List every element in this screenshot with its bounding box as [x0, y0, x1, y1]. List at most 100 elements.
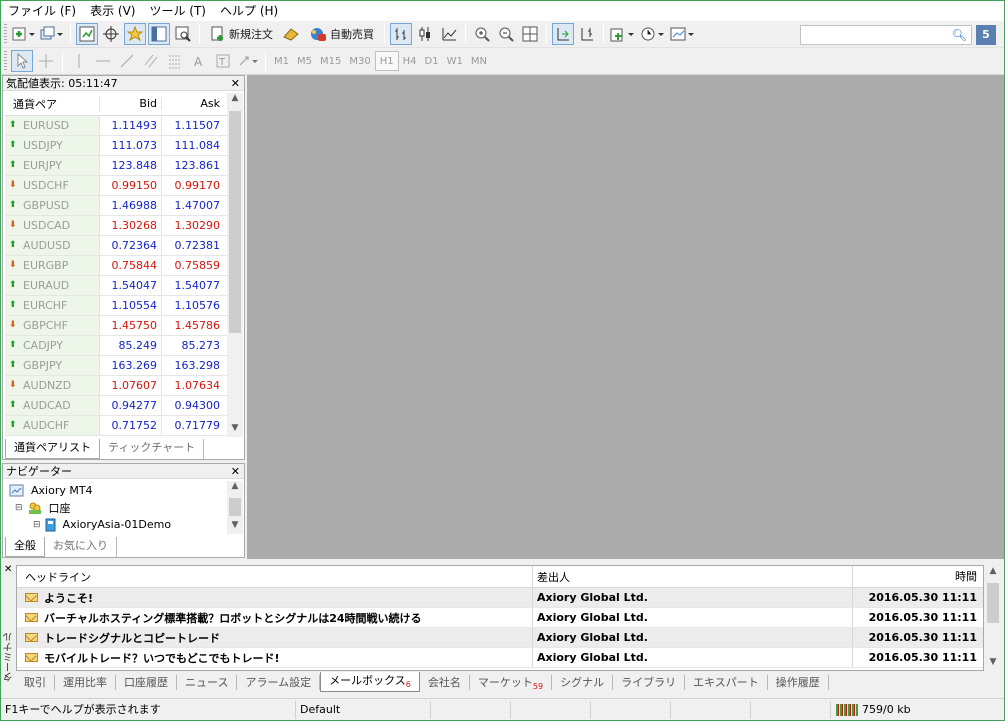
search-input[interactable]: 🔍︎	[800, 25, 972, 45]
scroll-up-icon[interactable]: ▲	[985, 566, 1001, 576]
tab-common[interactable]: 全般	[5, 537, 45, 557]
timeframe-m1[interactable]: M1	[270, 51, 293, 71]
headline-column-header[interactable]: ヘッドライン	[17, 566, 533, 587]
zoom-out-button[interactable]	[495, 23, 517, 45]
mailbox-row[interactable]: トレードシグナルとコピートレード Axiory Global Ltd. 2016.0…	[17, 628, 983, 648]
terminal-tab[interactable]: アラーム設定	[237, 674, 321, 690]
market-watch-row[interactable]: ⬆ GBPUSD 1.46988 1.47007	[5, 196, 228, 216]
equidistant-channel-button[interactable]	[140, 50, 162, 72]
market-watch-row[interactable]: ⬇ AUDNZD 1.07607 1.07634	[5, 376, 228, 396]
auto-trading-button[interactable]: 自動売買	[304, 23, 379, 45]
strategy-tester-toggle[interactable]	[172, 23, 194, 45]
market-watch-row[interactable]: ⬇ USDCAD 1.30268 1.30290	[5, 216, 228, 236]
menu-file[interactable]: ファイル (F)	[1, 2, 83, 20]
mailbox-row[interactable]: ようこそ! Axiory Global Ltd. 2016.05.30 11:11	[17, 588, 983, 608]
menu-tools[interactable]: ツール (T)	[142, 2, 213, 20]
scrollbar-thumb[interactable]	[229, 498, 241, 516]
market-watch-row[interactable]: ⬇ GBPCHF 1.45750 1.45786	[5, 316, 228, 336]
menu-help[interactable]: ヘルプ (H)	[213, 2, 285, 20]
tree-accounts[interactable]: ⊟ 口座	[15, 499, 71, 516]
collapse-icon[interactable]: ⊟	[15, 503, 23, 513]
close-icon[interactable]: ✕	[4, 564, 12, 575]
scrollbar-thumb[interactable]	[987, 583, 999, 623]
scroll-down-icon[interactable]: ▼	[985, 657, 1001, 667]
terminal-tab[interactable]: 口座履歴	[116, 674, 177, 690]
market-watch-row[interactable]: ⬆ AUDCAD 0.94277 0.94300	[5, 396, 228, 416]
market-watch-row[interactable]: ⬆ USDJPY 111.073 111.084	[5, 136, 228, 156]
terminal-tab[interactable]: マーケット59	[470, 674, 553, 691]
timeframe-m30[interactable]: M30	[345, 51, 374, 71]
horizontal-line-button[interactable]	[92, 50, 114, 72]
menu-view[interactable]: 表示 (V)	[83, 2, 142, 20]
terminal-tab[interactable]: シグナル	[552, 674, 614, 690]
market-watch-row[interactable]: ⬆ AUDUSD 0.72364 0.72381	[5, 236, 228, 256]
fibonacci-button[interactable]	[164, 50, 186, 72]
navigator-toggle[interactable]	[124, 23, 146, 45]
terminal-tab[interactable]: ニュース	[177, 674, 238, 690]
trendline-button[interactable]	[116, 50, 138, 72]
crosshair-tool-button[interactable]	[35, 50, 57, 72]
scroll-down-icon[interactable]: ▼	[227, 520, 243, 530]
tab-tick-chart[interactable]: ティックチャート	[100, 439, 205, 459]
market-watch-row[interactable]: ⬆ CADJPY 85.249 85.273	[5, 336, 228, 356]
search-icon[interactable]: 🔍︎	[952, 28, 967, 42]
text-tool-button[interactable]: A	[188, 50, 210, 72]
templates-button[interactable]	[669, 23, 697, 45]
ask-column-header[interactable]: Ask	[162, 97, 224, 110]
tile-windows-button[interactable]	[519, 23, 541, 45]
timeframe-h1[interactable]: H1	[374, 51, 399, 71]
data-window-toggle[interactable]	[100, 23, 122, 45]
arrows-dropdown-button[interactable]	[236, 50, 260, 72]
line-chart-button[interactable]	[438, 23, 460, 45]
market-watch-row[interactable]: ⬆ EURCHF 1.10554 1.10576	[5, 296, 228, 316]
chart-workspace[interactable]	[247, 75, 1004, 559]
market-watch-row[interactable]: ⬆ GBPJPY 163.269 163.298	[5, 356, 228, 376]
navigator-scrollbar[interactable]: ▲ ▼	[227, 481, 243, 534]
scroll-up-icon[interactable]: ▲	[227, 481, 243, 491]
terminal-tab[interactable]: ライブラリ	[613, 674, 686, 690]
timeframe-h4[interactable]: H4	[399, 51, 421, 71]
terminal-tab[interactable]: 運用比率	[55, 674, 116, 690]
scrollbar-thumb[interactable]	[229, 111, 241, 333]
time-column-header[interactable]: 時間	[853, 567, 983, 587]
terminal-tab[interactable]: 取引	[16, 674, 55, 690]
bar-chart-button[interactable]	[390, 23, 412, 45]
symbol-column-header[interactable]: 通貨ペア	[5, 95, 100, 112]
market-watch-row[interactable]: ⬆ EURUSD 1.11493 1.11507	[5, 116, 228, 136]
auto-scroll-button[interactable]	[552, 23, 574, 45]
indicators-button[interactable]	[609, 23, 637, 45]
market-watch-scrollbar[interactable]: ▲ ▼	[227, 93, 243, 437]
chart-shift-button[interactable]	[576, 23, 598, 45]
tree-account-item[interactable]: ⊟ AxioryAsia-01Demo	[33, 516, 171, 533]
scroll-down-icon[interactable]: ▼	[227, 423, 243, 433]
terminal-tab[interactable]: 操作履歴	[768, 674, 829, 690]
text-label-button[interactable]: T	[212, 50, 234, 72]
zoom-in-button[interactable]	[471, 23, 493, 45]
market-watch-row[interactable]: ⬆ AUDCHF 0.71752 0.71779	[5, 416, 228, 436]
profiles-button[interactable]	[39, 23, 65, 45]
terminal-scrollbar[interactable]: ▲ ▼	[985, 565, 1001, 671]
timeframe-m5[interactable]: M5	[293, 51, 316, 71]
new-chart-button[interactable]	[11, 23, 37, 45]
timeframe-d1[interactable]: D1	[421, 51, 443, 71]
terminal-tab[interactable]: メールボックス6	[320, 672, 420, 692]
metaeditor-button[interactable]	[280, 23, 302, 45]
timeframe-w1[interactable]: W1	[443, 51, 467, 71]
terminal-toggle[interactable]	[148, 23, 170, 45]
timeframe-mn[interactable]: MN	[467, 51, 491, 71]
mailbox-row[interactable]: バーチャルホスティング標準搭載？ロボットとシグナルは24時間戦い続ける Axior…	[17, 608, 983, 628]
status-connection[interactable]: 759/0 kb	[831, 701, 1001, 719]
market-watch-row[interactable]: ⬇ EURGBP 0.75844 0.75859	[5, 256, 228, 276]
scroll-up-icon[interactable]: ▲	[227, 93, 243, 103]
bid-column-header[interactable]: Bid	[100, 97, 162, 110]
terminal-tab[interactable]: 会社名	[420, 674, 470, 690]
tab-symbols[interactable]: 通貨ペアリスト	[5, 439, 100, 459]
periods-button[interactable]	[639, 23, 667, 45]
vertical-line-button[interactable]	[68, 50, 90, 72]
new-order-button[interactable]: 新規注文	[205, 23, 278, 45]
from-column-header[interactable]: 差出人	[533, 566, 853, 587]
market-watch-row[interactable]: ⬆ EURAUD 1.54047 1.54077	[5, 276, 228, 296]
notification-badge[interactable]: 5	[976, 25, 996, 45]
market-watch-row[interactable]: ⬆ EURJPY 123.848 123.861	[5, 156, 228, 176]
mailbox-row[interactable]: モバイルトレード？いつでもどこでもトレード! Axiory Global Ltd.…	[17, 648, 983, 668]
